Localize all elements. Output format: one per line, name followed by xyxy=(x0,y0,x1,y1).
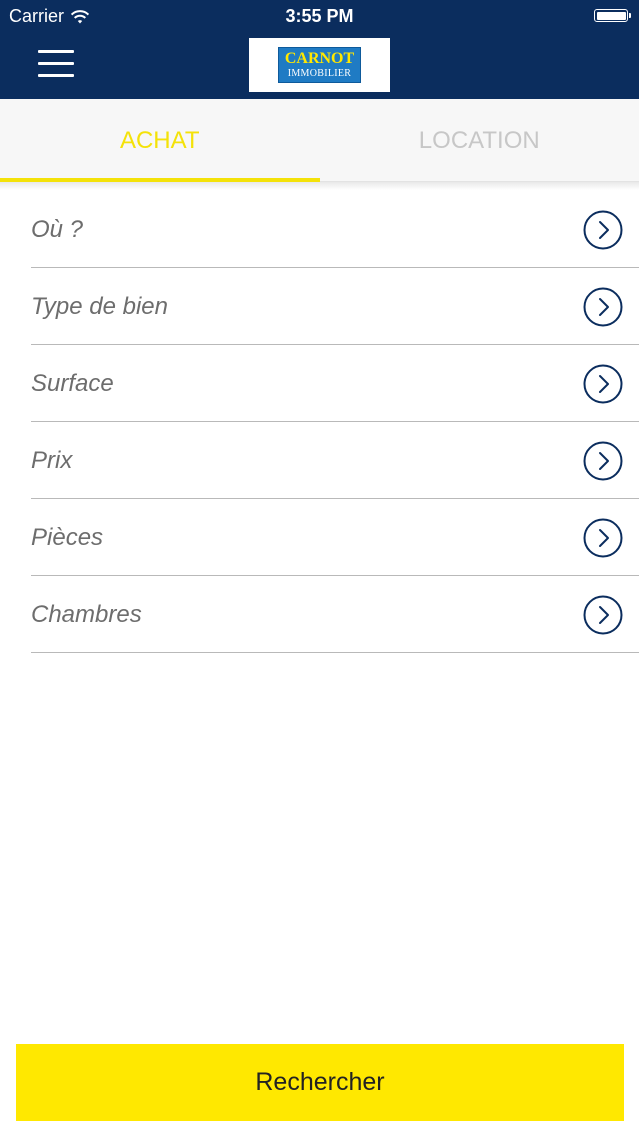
logo-line2: IMMOBILIER xyxy=(287,68,352,79)
criteria-label: Pièces xyxy=(31,524,104,551)
hamburger-menu-icon[interactable] xyxy=(38,50,74,78)
criteria-label: Prix xyxy=(31,447,73,474)
criteria-row-surface[interactable]: Surface xyxy=(0,345,639,422)
row-divider xyxy=(31,652,639,653)
tabs-shadow xyxy=(0,182,639,190)
criteria-row-property-type[interactable]: Type de bien xyxy=(0,268,639,345)
search-button[interactable]: Rechercher xyxy=(16,1044,624,1121)
criteria-label: Surface xyxy=(31,370,114,397)
chevron-right-circle-icon[interactable] xyxy=(583,210,623,250)
logo-badge: CARNOT IMMOBILIER xyxy=(278,47,361,83)
criteria-row-rooms[interactable]: Pièces xyxy=(0,499,639,576)
criteria-row-bedrooms[interactable]: Chambres xyxy=(0,576,639,653)
chevron-right-circle-icon[interactable] xyxy=(583,287,623,327)
criteria-row-location[interactable]: Où ? xyxy=(0,191,639,268)
status-bar: Carrier 3:55 PM xyxy=(0,0,639,32)
battery-icon xyxy=(594,9,631,22)
search-criteria-list: Où ? Type de bien Surface Prix Pièces Ch… xyxy=(0,191,639,653)
carnot-logo: CARNOT IMMOBILIER xyxy=(249,38,390,92)
logo-line1: CARNOT xyxy=(284,50,355,67)
chevron-right-circle-icon[interactable] xyxy=(583,364,623,404)
criteria-label: Chambres xyxy=(31,601,142,628)
transaction-tabs: ACHAT LOCATION xyxy=(0,99,639,182)
chevron-right-circle-icon[interactable] xyxy=(583,595,623,635)
criteria-label: Type de bien xyxy=(31,293,168,320)
app-header: Carrier 3:55 PM CARNOT IMMOBILIER xyxy=(0,0,639,99)
tab-location[interactable]: LOCATION xyxy=(320,99,639,182)
chevron-right-circle-icon[interactable] xyxy=(583,518,623,558)
chevron-right-circle-icon[interactable] xyxy=(583,441,623,481)
criteria-row-price[interactable]: Prix xyxy=(0,422,639,499)
tab-achat[interactable]: ACHAT xyxy=(0,99,320,182)
status-time: 3:55 PM xyxy=(285,6,354,26)
criteria-label: Où ? xyxy=(31,216,84,243)
